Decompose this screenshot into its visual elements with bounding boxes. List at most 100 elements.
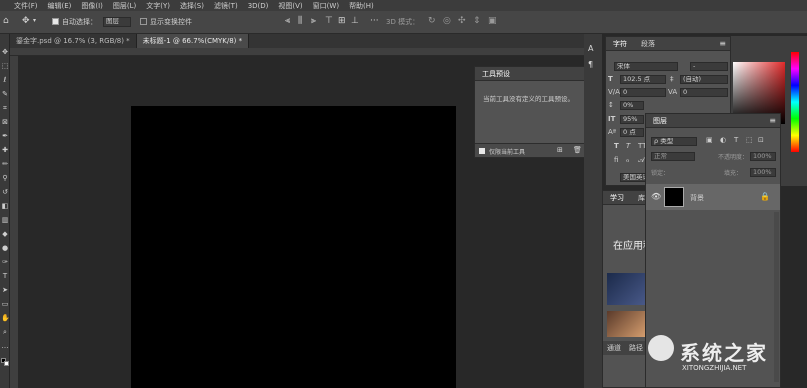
baseline-shift-field[interactable]: 0 点 (620, 128, 644, 137)
healing-brush-tool-icon[interactable]: ✚ (1, 146, 9, 154)
brush-tool-icon[interactable]: ✏ (1, 160, 9, 168)
tool-presets-tab[interactable]: 工具预设 (479, 69, 513, 79)
document-canvas[interactable] (131, 106, 456, 388)
align-right-icon[interactable]: ⫸ (311, 16, 316, 26)
shape-tool-icon[interactable]: ▭ (1, 300, 9, 308)
path-select-tool-icon[interactable]: ➤ (1, 286, 9, 294)
autoselect-dropdown[interactable]: 图层 (103, 17, 131, 27)
filter-smart-icon[interactable]: ⊡ (758, 136, 764, 144)
swash-icon[interactable]: 𝒜 (638, 156, 645, 165)
menu-edit[interactable]: 编辑(E) (48, 1, 72, 11)
3d-slide-icon[interactable]: ⇕ (473, 16, 481, 26)
more-options-icon[interactable]: ··· (370, 16, 379, 26)
oldstyle-icon[interactable]: ℴ (626, 156, 629, 164)
tracking-field[interactable]: 0 (680, 88, 728, 97)
filter-type-icon[interactable]: T (734, 136, 738, 144)
font-style-select[interactable]: - (690, 62, 728, 71)
filter-adjustment-icon[interactable]: ◐ (720, 136, 726, 144)
layer-kind-filter[interactable]: ρ 类型 (651, 137, 697, 146)
blend-mode-select[interactable]: 正常 (651, 152, 695, 161)
vertical-scale-field[interactable]: 0% (620, 101, 644, 110)
3d-scale-icon[interactable]: ▣ (488, 16, 497, 26)
opacity-field[interactable]: 100% (750, 152, 776, 161)
filter-shape-icon[interactable]: ⬚ (746, 136, 753, 144)
menu-view[interactable]: 视图(V) (278, 1, 302, 11)
menu-window[interactable]: 窗口(W) (313, 1, 339, 11)
font-family-select[interactable]: 宋体 (614, 62, 678, 71)
fill-field[interactable]: 100% (750, 168, 776, 177)
chevron-down-icon[interactable]: ▾ (33, 17, 36, 24)
doc-tab-active[interactable]: 未标题-1 @ 66.7%(CMYK/8) * (136, 34, 250, 48)
current-tool-checkbox[interactable] (479, 148, 485, 154)
align-center-icon[interactable]: ⫼ (298, 16, 302, 26)
menu-file[interactable]: 文件(F) (14, 1, 38, 11)
character-panel-icon[interactable]: A (588, 44, 593, 53)
transform-checkbox[interactable] (140, 18, 147, 25)
align-bottom-icon[interactable]: ⊥ (351, 16, 359, 26)
background-color-swatch[interactable] (4, 361, 9, 366)
hue-slider[interactable] (791, 52, 799, 152)
leading-icon: ‡ (670, 75, 674, 83)
tab-layers[interactable]: 图层 (650, 116, 670, 126)
visibility-eye-icon[interactable]: 👁 (651, 192, 661, 201)
ligatures-icon[interactable]: fi (614, 156, 618, 164)
move-tool-icon[interactable]: ✥ (1, 48, 9, 56)
autoselect-label: 自动选择： (62, 18, 97, 26)
align-top-icon[interactable]: ⊤ (325, 16, 333, 26)
menu-type[interactable]: 文字(Y) (146, 1, 170, 11)
blur-tool-icon[interactable]: ◆ (1, 230, 9, 238)
menu-filter[interactable]: 滤镜(T) (214, 1, 238, 11)
menu-select[interactable]: 选择(S) (180, 1, 204, 11)
layer-row[interactable]: 👁 背景 🔒 (646, 184, 780, 210)
home-icon[interactable]: ⌂ (3, 16, 9, 26)
menu-help[interactable]: 帮助(H) (349, 1, 374, 11)
pen-tool-icon[interactable]: ✑ (1, 258, 9, 266)
history-brush-tool-icon[interactable]: ↺ (1, 188, 9, 196)
panel-menu-icon[interactable]: ≡ (719, 39, 726, 48)
menu-3d[interactable]: 3D(D) (248, 2, 269, 10)
gradient-tool-icon[interactable]: ▥ (1, 216, 9, 224)
leading-field[interactable]: (自动) (680, 75, 728, 84)
panel-menu-icon[interactable]: ≡ (769, 116, 776, 125)
tutorial-thumbnail[interactable] (607, 273, 647, 305)
tab-channels[interactable]: 通道 (607, 343, 621, 353)
more-tools-icon[interactable]: … (1, 342, 9, 350)
horizontal-scale-field[interactable]: 95% (620, 115, 644, 124)
trash-icon[interactable]: 🗑 (573, 146, 582, 154)
language-select[interactable]: 美国英语 (620, 173, 646, 182)
dodge-tool-icon[interactable]: ● (1, 244, 9, 252)
3d-roll-icon[interactable]: ◎ (443, 16, 451, 26)
tab-learn[interactable]: 学习 (607, 193, 627, 203)
marquee-tool-icon[interactable]: ⬚ (1, 62, 9, 70)
doc-tab[interactable]: 鎏金字.psd @ 16.7% (3, RGB/8) * (10, 34, 137, 48)
crop-tool-icon[interactable]: ⌗ (1, 104, 9, 112)
eraser-tool-icon[interactable]: ◧ (1, 202, 9, 210)
faux-bold-icon[interactable]: T (614, 142, 619, 150)
autoselect-checkbox[interactable] (52, 18, 59, 25)
quick-select-tool-icon[interactable]: ✎ (1, 90, 9, 98)
new-preset-icon[interactable]: ⊞ (557, 146, 563, 154)
type-tool-icon[interactable]: T (1, 272, 9, 280)
move-tool-icon[interactable]: ✥ (22, 16, 30, 26)
3d-pan-icon[interactable]: ✣ (458, 16, 466, 26)
tab-character[interactable]: 字符 (610, 39, 630, 49)
kerning-field[interactable]: 0 (620, 88, 666, 97)
zoom-tool-icon[interactable]: ⌕ (1, 328, 9, 336)
hand-tool-icon[interactable]: ✋ (1, 314, 10, 322)
3d-rotate-icon[interactable]: ↻ (428, 16, 436, 26)
clone-stamp-tool-icon[interactable]: ⚲ (1, 174, 9, 182)
paragraph-panel-icon[interactable]: ¶ (588, 60, 593, 69)
menu-layer[interactable]: 图层(L) (113, 1, 136, 11)
tab-paragraph[interactable]: 段落 (638, 39, 658, 49)
tracking-icon: VA (668, 88, 678, 96)
font-size-field[interactable]: 102.5 点 (620, 75, 666, 84)
frame-tool-icon[interactable]: ⊠ (1, 118, 9, 126)
filter-pixel-icon[interactable]: ▣ (706, 136, 713, 144)
menu-image[interactable]: 图像(I) (81, 1, 103, 11)
eyedropper-tool-icon[interactable]: ✒ (1, 132, 9, 140)
watermark: 系统之家 XITONGZHIJIA.NET (640, 333, 800, 373)
lasso-tool-icon[interactable]: ℓ (1, 76, 9, 84)
faux-italic-icon[interactable]: T (626, 142, 630, 150)
align-left-icon[interactable]: ⫷ (285, 16, 290, 26)
align-middle-icon[interactable]: ⊞ (338, 16, 346, 26)
